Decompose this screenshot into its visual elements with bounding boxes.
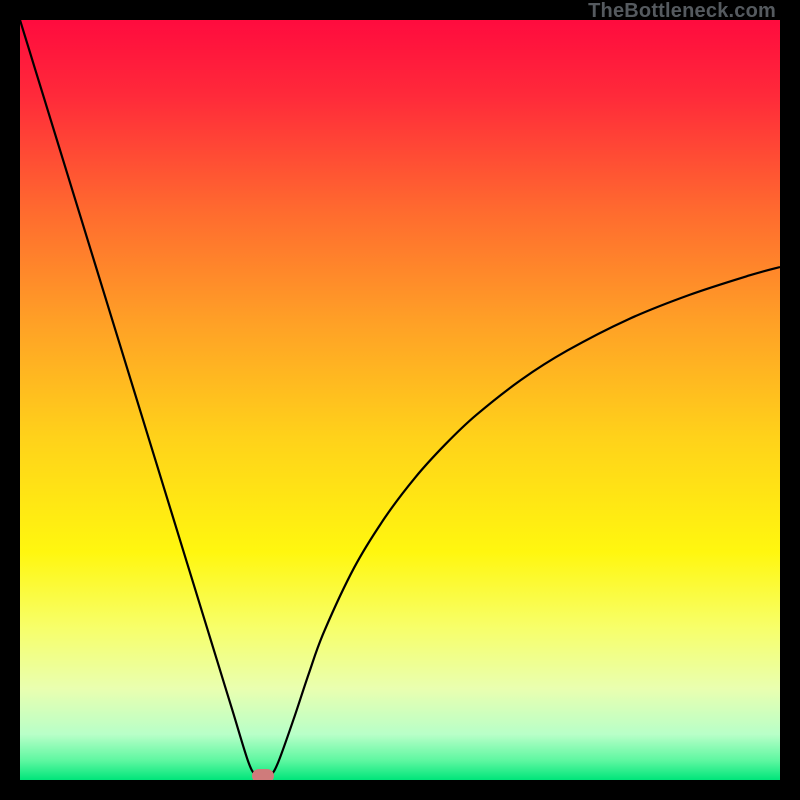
bottleneck-curve <box>20 20 780 780</box>
chart-container: TheBottleneck.com <box>0 0 800 800</box>
chart-svg <box>20 20 780 780</box>
plot-area <box>20 20 780 780</box>
optimal-point-marker <box>252 769 274 780</box>
